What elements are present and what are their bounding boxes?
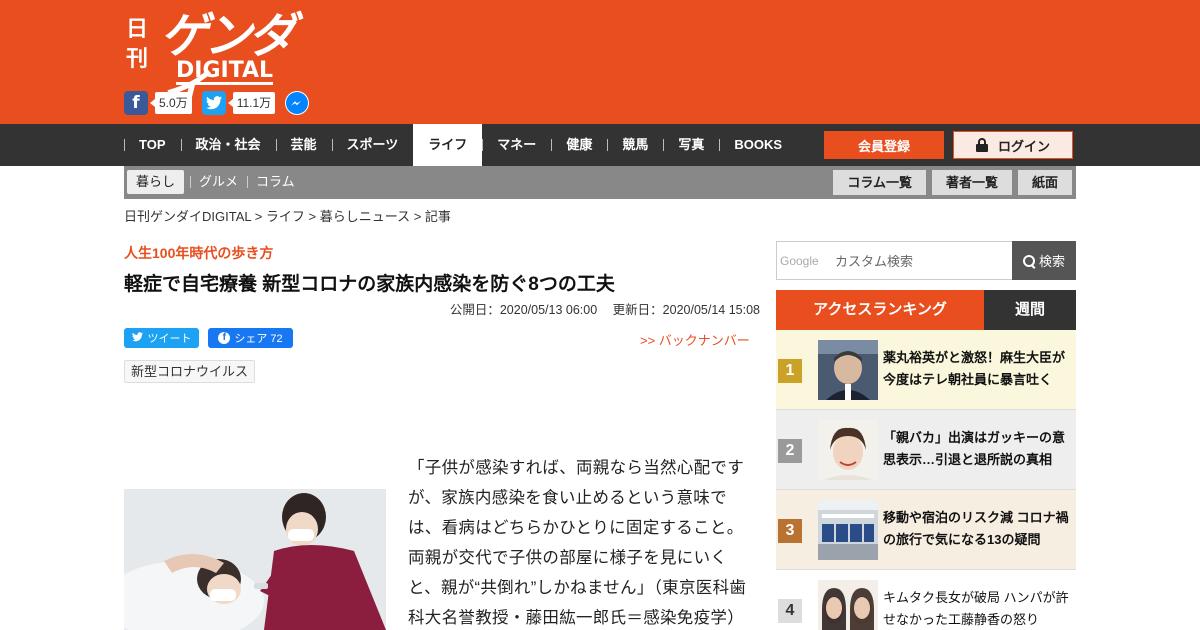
twitter-count: 11.1万 <box>227 92 276 114</box>
twitter-icon[interactable] <box>201 91 226 115</box>
column-list-button[interactable]: コラム一覧 <box>833 170 926 195</box>
ranking-title: 移動や宿泊のリスク減 コロナ禍の旅行で気になる13の疑問 <box>883 510 1069 547</box>
ranking-item[interactable]: 1 薬丸裕英がと激怒！麻生大臣が今度はテレ朝社員に暴言吐く <box>776 330 1076 410</box>
facebook-count: 5.0万 <box>150 92 192 114</box>
nav-item-entertainment[interactable]: 芸能 <box>275 124 332 166</box>
nav-item-sports[interactable]: スポーツ <box>331 124 414 166</box>
site-header: 日刊 ゲンダイ DIGITAL f 5.0万 11.1万 <box>0 0 1200 124</box>
main-nav: TOP 政治・社会 芸能 スポーツ ライフ マネー 健康 競馬 写真 BOOKS… <box>0 124 1200 166</box>
rank-number: 1 <box>778 359 802 383</box>
rank-number: 2 <box>778 439 802 463</box>
nav-item-top[interactable]: TOP <box>124 124 181 166</box>
ranking-title: 「親バカ」出演はガッキーの意思表示…引退と退所説の真相 <box>883 430 1066 467</box>
twitter-bird-icon <box>132 332 144 344</box>
breadcrumb[interactable]: 日刊ゲンダイDIGITAL > ライフ > 暮らしニュース > 記事 <box>124 206 451 225</box>
ranking-list: 1 薬丸裕英がと激怒！麻生大臣が今度はテレ朝社員に暴言吐く 2 「親バカ」出演は… <box>776 330 1076 630</box>
ranking-title: 薬丸裕英がと激怒！麻生大臣が今度はテレ朝社員に暴言吐く <box>883 350 1066 387</box>
social-counters: f 5.0万 11.1万 <box>124 91 310 115</box>
nav-item-life[interactable]: ライフ <box>413 124 483 166</box>
paper-button[interactable]: 紙面 <box>1017 170 1072 195</box>
nav-item-politics[interactable]: 政治・社会 <box>180 124 276 166</box>
article-body: 「子供が感染すれば、両親なら当然心配ですが、家族内感染を食い止めるという意味では… <box>408 459 747 627</box>
rank-number: 3 <box>778 519 802 543</box>
subnav-item-kurashi[interactable]: 暮らし <box>127 170 185 194</box>
register-button[interactable]: 会員登録 <box>824 131 944 159</box>
subnav-item-gourmet[interactable]: グルメ <box>190 170 247 194</box>
search-icon <box>1022 254 1035 267</box>
site-logo[interactable]: 日刊 ゲンダイ DIGITAL <box>124 8 324 120</box>
facebook-icon: f <box>218 332 231 344</box>
ranking-tabs: アクセスランキング 週間 <box>776 290 1076 330</box>
ranking-thumbnail <box>818 340 878 400</box>
updated-date: 更新日：2020/05/14 15:08 <box>612 303 760 317</box>
ranking-thumbnail <box>818 420 878 480</box>
ranking-item[interactable]: 2 「親バカ」出演はガッキーの意思表示…引退と退所説の真相 <box>776 410 1076 490</box>
tab-access-ranking[interactable]: アクセスランキング <box>776 290 984 330</box>
tweet-button[interactable]: ツイート <box>124 328 199 348</box>
rank-number: 4 <box>778 599 802 623</box>
series-label[interactable]: 人生100年時代の歩き方 <box>124 243 273 263</box>
nav-item-keiba[interactable]: 競馬 <box>607 124 663 166</box>
subnav-item-column[interactable]: コラム <box>247 170 304 194</box>
search-input[interactable] <box>835 248 1011 274</box>
backnumber-link[interactable]: >> バックナンバー <box>640 330 750 349</box>
logo-nikkan: 日刊 <box>126 16 149 72</box>
ranking-title: キムタク長女が破局 ハンパが許せなかった工藤静香の怒り <box>883 590 1069 627</box>
nav-item-money[interactable]: マネー <box>482 124 551 166</box>
nav-item-health[interactable]: 健康 <box>551 124 607 166</box>
lock-icon <box>975 138 988 152</box>
article-title: 軽症で自宅療養 新型コロナの家族内感染を防ぐ8つの工夫 <box>124 274 615 295</box>
topic-tag[interactable]: 新型コロナウイルス <box>124 360 256 383</box>
search-button[interactable]: 検索 <box>1012 241 1076 280</box>
ranking-item[interactable]: 4 キムタク長女が破局 ハンパが許せなかった工藤静香の怒り <box>776 570 1076 630</box>
login-button[interactable]: ログイン <box>953 131 1073 159</box>
ranking-thumbnail <box>818 500 878 560</box>
site-search: Google 検索 <box>776 241 1076 280</box>
article-photo <box>124 451 386 630</box>
login-label: ログイン <box>997 138 1050 154</box>
tweet-label: ツイート <box>147 333 192 345</box>
search-button-label: 検索 <box>1038 254 1065 269</box>
ranking-item[interactable]: 3 移動や宿泊のリスク減 コロナ禍の旅行で気になる13の疑問 <box>776 490 1076 570</box>
logo-digital: DIGITAL <box>176 58 274 85</box>
facebook-share-button[interactable]: f シェア 72 <box>208 328 293 348</box>
messenger-icon[interactable] <box>285 91 310 115</box>
nav-item-books[interactable]: BOOKS <box>719 124 797 166</box>
ranking-thumbnail <box>818 580 878 630</box>
google-label: Google <box>780 254 819 268</box>
article-dates: 公開日：2020/05/13 06:00 更新日：2020/05/14 15:0… <box>450 299 760 318</box>
nav-item-photo[interactable]: 写真 <box>663 124 719 166</box>
tab-weekly[interactable]: 週間 <box>984 290 1076 330</box>
author-list-button[interactable]: 著者一覧 <box>931 170 1012 195</box>
sub-nav: 暮らし グルメ コラム コラム一覧 著者一覧 紙面 <box>124 166 1076 199</box>
published-date: 公開日：2020/05/13 06:00 <box>449 303 598 317</box>
facebook-icon[interactable]: f <box>124 91 148 115</box>
share-label: シェア 72 <box>234 333 283 345</box>
